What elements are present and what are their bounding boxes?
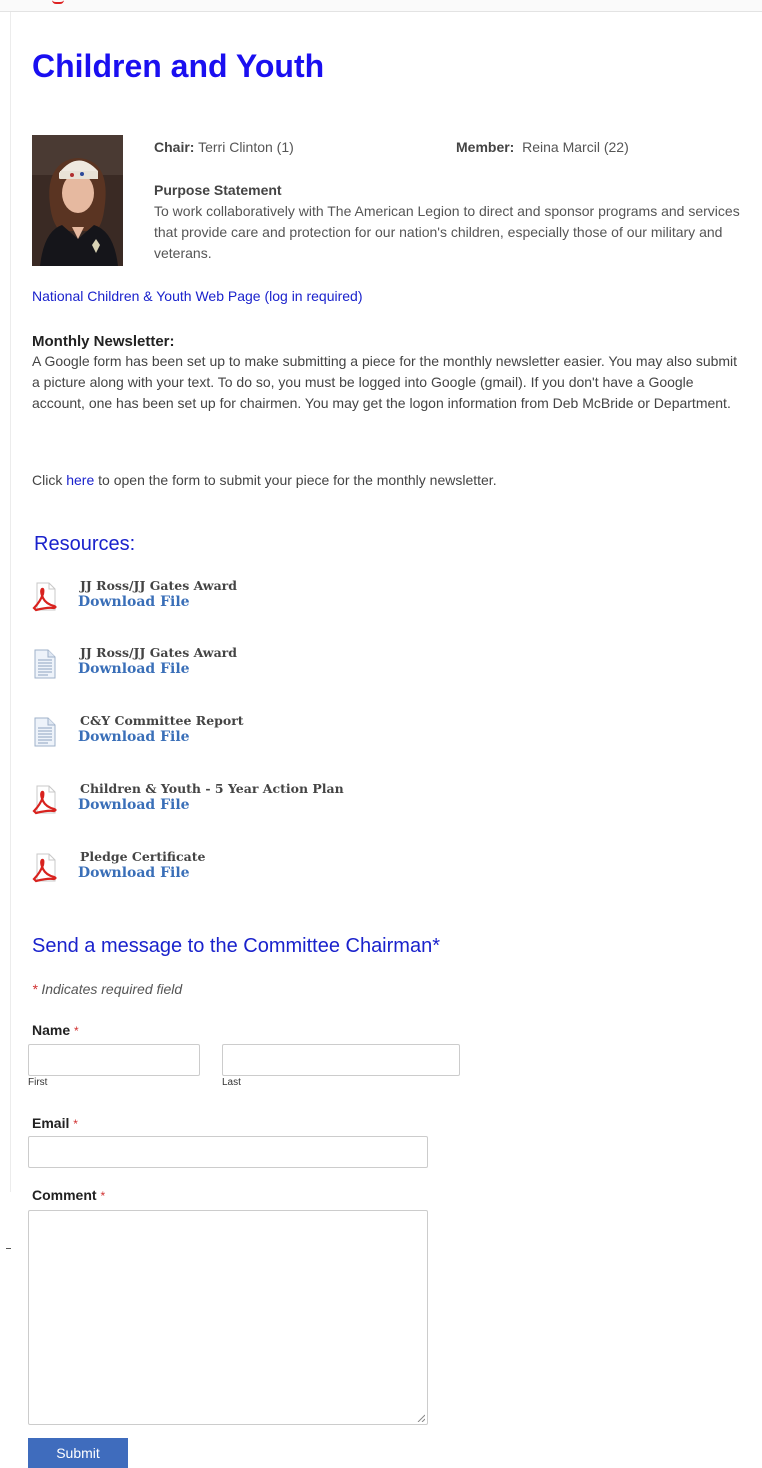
pdf-icon [32,582,58,612]
first-sub-label: First [28,1077,48,1088]
top-red-mark [52,0,64,4]
last-sub-label: Last [222,1077,241,1088]
required-note: * Indicates required field [32,981,182,997]
email-input[interactable] [28,1136,428,1168]
pdf-icon [32,853,58,883]
click-prefix: Click [32,472,67,488]
download-file-link[interactable]: Download File [78,865,190,881]
resource-title: C&Y Committee Report [80,713,244,728]
purpose-text: To work collaboratively with The America… [154,203,740,261]
chair-info: Chair: Terri Clinton (1) [154,139,294,155]
email-label: Email * [32,1115,78,1131]
last-name-input[interactable] [222,1044,460,1076]
resource-item: JJ Ross/JJ Gates Award Download File [32,578,532,614]
submit-button[interactable]: Submit [28,1438,128,1468]
resource-item: JJ Ross/JJ Gates Award Download File [32,645,532,681]
resources-heading: Resources: [34,533,136,555]
comment-textarea[interactable] [28,1210,428,1425]
national-page-link[interactable]: National Children & Youth Web Page (log … [32,288,363,304]
resource-item: Pledge Certificate Download File [32,849,532,885]
resource-item: Children & Youth - 5 Year Action Plan Do… [32,781,532,817]
download-file-link[interactable]: Download File [78,797,190,813]
chair-label: Chair: [154,139,195,155]
comment-label: Comment * [32,1187,105,1203]
resize-grip-icon[interactable] [417,1414,425,1422]
comment-label-text: Comment [32,1187,97,1203]
member-label: Member: [456,139,515,155]
newsletter-form-link[interactable]: here [66,472,94,488]
left-edge-rule [10,12,11,1192]
document-icon [32,649,58,679]
member-info: Member: Reina Marcil (22) [456,139,629,155]
newsletter-click-line: Click here to open the form to submit yo… [32,472,497,488]
chair-portrait [32,135,123,266]
name-label-text: Name [32,1022,71,1038]
newsletter-body: A Google form has been set up to make su… [32,353,738,411]
purpose-heading: Purpose Statement [154,182,282,198]
required-note-text: Indicates required field [37,981,183,997]
download-file-link[interactable]: Download File [78,729,190,745]
resource-item: C&Y Committee Report Download File [32,713,532,749]
required-star: * [73,1117,78,1131]
document-icon [32,717,58,747]
resource-title: Children & Youth - 5 Year Action Plan [80,781,344,796]
download-file-link[interactable]: Download File [78,594,190,610]
resource-title: JJ Ross/JJ Gates Award [80,578,237,593]
click-suffix: to open the form to submit your piece fo… [94,472,497,488]
person-portrait-icon [32,135,123,266]
download-file-link[interactable]: Download File [78,661,190,677]
first-name-input[interactable] [28,1044,200,1076]
page-title: Children and Youth [32,48,325,84]
member-name: Reina Marcil (22) [522,139,629,155]
pdf-icon [32,785,58,815]
newsletter-heading: Monthly Newsletter: [32,333,175,350]
left-edge-tick [6,1248,11,1249]
browser-top-strip [0,0,762,12]
required-star: * [74,1024,79,1038]
contact-form-heading: Send a message to the Committee Chairman… [32,935,440,957]
name-label: Name * [32,1022,79,1038]
email-label-text: Email [32,1115,70,1131]
chair-name: Terri Clinton (1) [198,139,294,155]
required-star: * [100,1189,106,1203]
resource-title: JJ Ross/JJ Gates Award [80,645,237,660]
resource-title: Pledge Certificate [80,849,206,864]
